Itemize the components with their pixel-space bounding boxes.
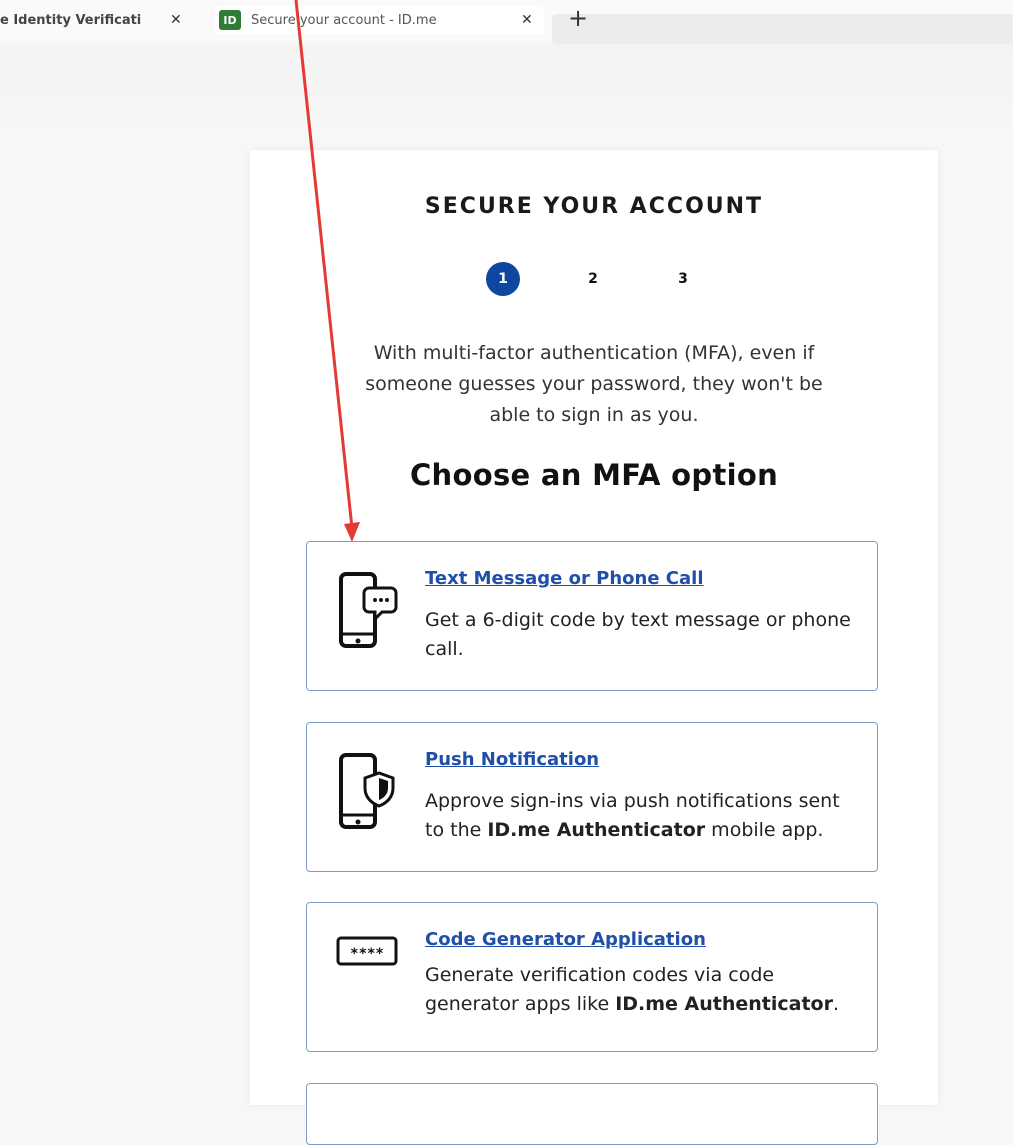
browser-tab-secure-account[interactable]: ID Secure your account - ID.me ✕ <box>215 6 544 34</box>
page-title: SECURE YOUR ACCOUNT <box>424 194 764 219</box>
mfa-option-text-message[interactable]: Text Message or Phone Call Get a 6-digit… <box>306 541 878 691</box>
phone-shield-icon <box>339 753 395 829</box>
description-text: mobile app. <box>705 819 824 841</box>
option-title[interactable]: Text Message or Phone Call <box>425 568 704 589</box>
idme-favicon-icon: ID <box>219 10 241 30</box>
page-header-area <box>0 44 1013 124</box>
tab-close-icon[interactable]: ✕ <box>170 12 182 28</box>
tab-title: e Identity Verificati <box>0 12 142 28</box>
description-app-name: ID.me Authenticator <box>487 819 706 841</box>
option-title[interactable]: Code Generator Application <box>425 929 706 950</box>
phone-chat-icon <box>339 572 398 648</box>
mfa-option-code-generator[interactable]: **** Code Generator Application Generate… <box>306 902 878 1052</box>
option-description: Generate verification codes via code gen… <box>425 961 855 1019</box>
new-tab-icon[interactable]: + <box>568 4 588 32</box>
tab-title: Secure your account - ID.me <box>251 12 437 28</box>
mfa-intro-text: With multi-factor authentication (MFA), … <box>365 342 823 426</box>
code-icon-text: **** <box>350 946 384 962</box>
mfa-option-push-notification[interactable]: Push Notification Approve sign-ins via p… <box>306 722 878 872</box>
option-title[interactable]: Push Notification <box>425 749 599 770</box>
tab-close-icon[interactable]: ✕ <box>521 12 533 28</box>
code-generator-icon: **** <box>336 936 398 966</box>
step-3-indicator: 3 <box>678 271 688 287</box>
description-app-name: ID.me Authenticator <box>615 993 833 1015</box>
step-2-indicator: 2 <box>588 271 598 287</box>
address-bar[interactable] <box>552 14 1013 44</box>
mfa-option-partial[interactable] <box>306 1083 878 1145</box>
description-text: . <box>832 993 840 1015</box>
browser-tab-strip: e Identity Verificati ✕ ID Secure your a… <box>0 0 1013 44</box>
browser-tab-identity[interactable]: e Identity Verificati ✕ <box>0 6 200 34</box>
step-1-indicator: 1 <box>486 262 520 296</box>
mfa-setup-card: SECURE YOUR ACCOUNT 1 2 3 With multi-fac… <box>250 150 938 1145</box>
option-description: Approve sign-ins via push notifications … <box>425 787 855 845</box>
option-description: Get a 6-digit code by text message or ph… <box>425 609 851 660</box>
choose-mfa-heading: Choose an MFA option <box>409 458 779 492</box>
progress-stepper: 1 2 3 <box>486 262 706 296</box>
